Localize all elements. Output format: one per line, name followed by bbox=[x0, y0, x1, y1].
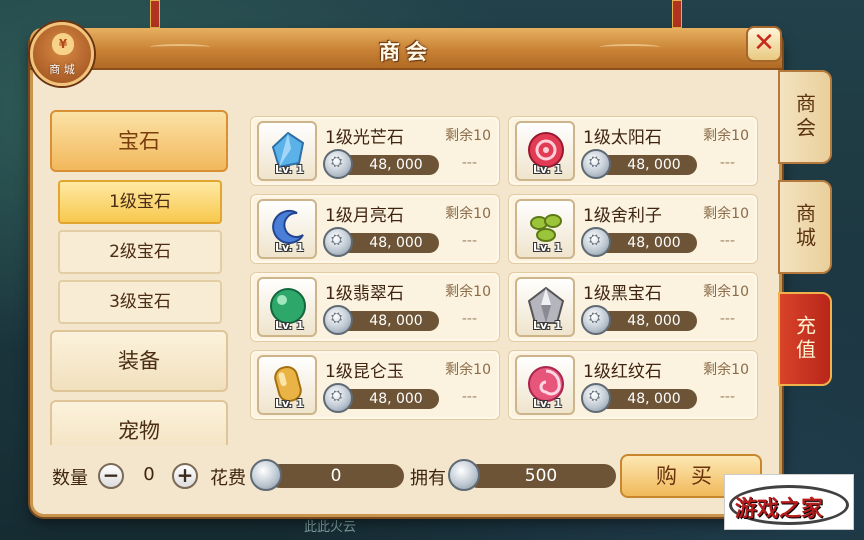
background-text: 此此火云 bbox=[304, 520, 357, 535]
minus-button[interactable]: − bbox=[98, 463, 124, 489]
level-badge: Lv. 1 bbox=[533, 397, 562, 410]
item-dash: --- bbox=[461, 311, 477, 327]
red-pillar bbox=[672, 0, 682, 28]
item-card[interactable]: Lv. 1 1级翡翠石 剩余10 48, 000 --- bbox=[250, 272, 500, 342]
item-card[interactable]: Lv. 1 1级黑宝石 剩余10 48, 000 --- bbox=[508, 272, 758, 342]
owned-label: 拥有 bbox=[410, 468, 446, 489]
item-card[interactable]: Lv. 1 1级光芒石 剩余10 48, 000 --- bbox=[250, 116, 500, 186]
item-icon-frame: Lv. 1 bbox=[515, 121, 575, 181]
subcategory-gem-lv2[interactable]: 2级宝石 bbox=[58, 230, 222, 274]
silver-coin-icon bbox=[323, 383, 353, 413]
level-badge: Lv. 1 bbox=[533, 319, 562, 332]
item-name: 1级翡翠石 bbox=[325, 284, 404, 304]
silver-coin-icon bbox=[581, 227, 611, 257]
quantity-value[interactable]: 0 bbox=[124, 464, 174, 488]
item-card[interactable]: Lv. 1 1级昆仑玉 剩余10 48, 000 --- bbox=[250, 350, 500, 420]
silver-coin-icon bbox=[581, 383, 611, 413]
item-card[interactable]: Lv. 1 1级月亮石 剩余10 48, 000 --- bbox=[250, 194, 500, 264]
item-icon-frame: Lv. 1 bbox=[257, 199, 317, 259]
item-name: 1级月亮石 bbox=[325, 206, 404, 226]
site-watermark: 游戏之家 bbox=[724, 474, 854, 530]
item-icon-frame: Lv. 1 bbox=[515, 277, 575, 337]
category-gem[interactable]: 宝石 bbox=[50, 110, 228, 172]
silver-coin-icon bbox=[581, 149, 611, 179]
tab-recharge[interactable]: 充值 bbox=[778, 292, 832, 386]
item-name: 1级太阳石 bbox=[583, 128, 662, 148]
plus-button[interactable]: + bbox=[172, 463, 198, 489]
item-dash: --- bbox=[719, 233, 735, 249]
item-remaining: 剩余10 bbox=[703, 128, 749, 144]
item-icon-frame: Lv. 1 bbox=[257, 121, 317, 181]
item-dash: --- bbox=[461, 233, 477, 249]
money-bag-icon: ¥ bbox=[52, 33, 74, 55]
item-remaining: 剩余10 bbox=[445, 206, 491, 222]
item-card[interactable]: Lv. 1 1级舍利子 剩余10 48, 000 --- bbox=[508, 194, 758, 264]
item-name: 1级光芒石 bbox=[325, 128, 404, 148]
item-name: 1级昆仑玉 bbox=[325, 362, 404, 382]
item-remaining: 剩余10 bbox=[445, 362, 491, 378]
item-dash: --- bbox=[461, 155, 477, 171]
item-card[interactable]: Lv. 1 1级红纹石 剩余10 48, 000 --- bbox=[508, 350, 758, 420]
item-icon-frame: Lv. 1 bbox=[515, 355, 575, 415]
item-name: 1级黑宝石 bbox=[583, 284, 662, 304]
item-icon-frame: Lv. 1 bbox=[257, 355, 317, 415]
item-card[interactable]: Lv. 1 1级太阳石 剩余10 48, 000 --- bbox=[508, 116, 758, 186]
cost-label: 花费 bbox=[210, 468, 246, 489]
item-remaining: 剩余10 bbox=[703, 362, 749, 378]
item-remaining: 剩余10 bbox=[445, 128, 491, 144]
tab-chamber[interactable]: 商会 bbox=[778, 70, 832, 164]
silver-coin-icon bbox=[250, 459, 282, 491]
item-name: 1级舍利子 bbox=[583, 206, 662, 226]
item-dash: --- bbox=[719, 389, 735, 405]
close-button[interactable]: ✕ bbox=[746, 26, 782, 62]
level-badge: Lv. 1 bbox=[275, 241, 304, 254]
item-dash: --- bbox=[461, 389, 477, 405]
silver-coin-icon bbox=[581, 305, 611, 335]
subcategory-gem-lv3[interactable]: 3级宝石 bbox=[58, 280, 222, 324]
category-pet[interactable]: 宠物 bbox=[50, 400, 228, 445]
level-badge: Lv. 1 bbox=[533, 241, 562, 254]
item-name: 1级红纹石 bbox=[583, 362, 662, 382]
cost-value: 0 bbox=[268, 464, 404, 488]
category-equipment[interactable]: 装备 bbox=[50, 330, 228, 392]
item-dash: --- bbox=[719, 155, 735, 171]
watermark-text: 游戏之家 bbox=[735, 497, 824, 522]
item-dash: --- bbox=[719, 311, 735, 327]
subcategory-gem-lv1[interactable]: 1级宝石 bbox=[58, 180, 222, 224]
item-icon-frame: Lv. 1 bbox=[515, 199, 575, 259]
level-badge: Lv. 1 bbox=[275, 163, 304, 176]
item-remaining: 剩余10 bbox=[703, 284, 749, 300]
red-pillar bbox=[150, 0, 160, 28]
tab-mall[interactable]: 商城 bbox=[778, 180, 832, 274]
silver-coin-icon bbox=[448, 459, 480, 491]
level-badge: Lv. 1 bbox=[275, 319, 304, 332]
item-icon-frame: Lv. 1 bbox=[257, 277, 317, 337]
silver-coin-icon bbox=[323, 305, 353, 335]
shop-badge-button[interactable]: ¥ 商 城 bbox=[30, 22, 94, 86]
quantity-label: 数量 bbox=[52, 468, 88, 489]
owned-value: 500 bbox=[466, 464, 616, 488]
silver-coin-icon bbox=[323, 227, 353, 257]
shop-badge-label: 商 城 bbox=[49, 63, 75, 76]
item-remaining: 剩余10 bbox=[445, 284, 491, 300]
silver-coin-icon bbox=[323, 149, 353, 179]
item-remaining: 剩余10 bbox=[703, 206, 749, 222]
level-badge: Lv. 1 bbox=[533, 163, 562, 176]
category-sidebar: 宝石 1级宝石 2级宝石 3级宝石 装备 宠物 bbox=[48, 108, 232, 445]
level-badge: Lv. 1 bbox=[275, 397, 304, 410]
window-title: 商会 bbox=[379, 40, 433, 64]
